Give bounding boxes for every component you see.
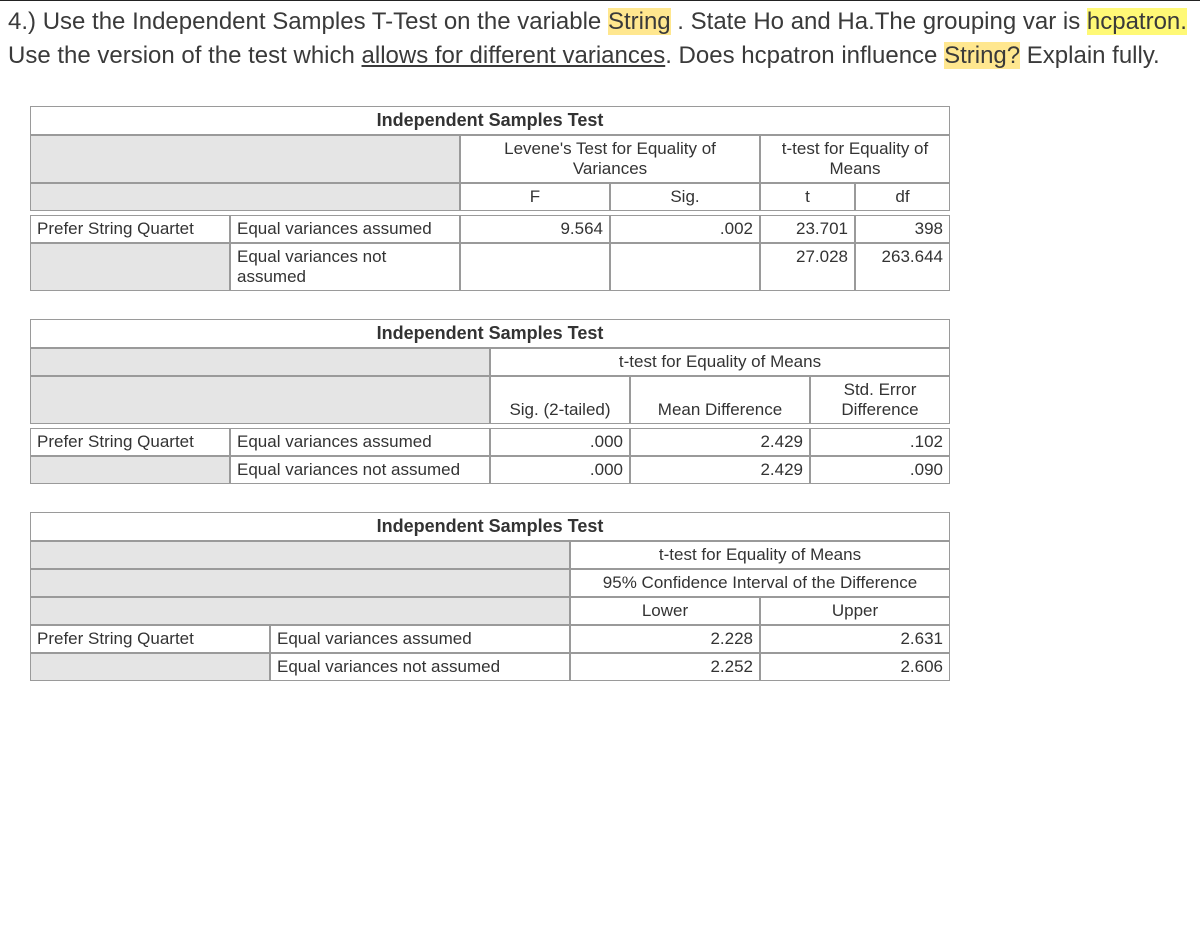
row-label: Prefer String Quartet: [30, 215, 230, 243]
independent-samples-table-1: Independent Samples Test Levene's Test f…: [30, 106, 950, 291]
q-highlight-hcpatron: hcpatron.: [1087, 8, 1187, 35]
cell-sig2: .000: [490, 456, 630, 484]
col-header-df: df: [855, 183, 950, 211]
cond-eva: Equal variances assumed: [230, 215, 460, 243]
table-row: Equal variances not assumed 2.252 2.606: [30, 653, 950, 681]
independent-samples-table-3: Independent Samples Test t-test for Equa…: [30, 512, 950, 681]
cell-sig2: .000: [490, 428, 630, 456]
cond-evna: Equal variances not assumed: [270, 653, 570, 681]
cell-lower: 2.252: [570, 653, 760, 681]
col-header-f: F: [460, 183, 610, 211]
cell-md: 2.429: [630, 456, 810, 484]
cell-blank: [30, 183, 460, 211]
cell-blank: [30, 569, 570, 597]
table-row: F Sig. t df: [30, 183, 950, 211]
cell-t: 23.701: [760, 215, 855, 243]
table-row: Sig. (2-tailed) Mean Difference Std. Err…: [30, 376, 950, 424]
cell-blank: [30, 243, 230, 291]
cond-evna: Equal variances not assumed: [230, 243, 460, 291]
table-title: Independent Samples Test: [30, 319, 950, 348]
cell-blank: [460, 243, 610, 291]
cell-sig: .002: [610, 215, 760, 243]
table-row: Prefer String Quartet Equal variances as…: [30, 428, 950, 456]
table-row: Equal variances not assumed .000 2.429 .…: [30, 456, 950, 484]
table-row: Independent Samples Test: [30, 319, 950, 348]
col-header-md: Mean Difference: [630, 376, 810, 424]
col-header-levene: Levene's Test for Equality of Variances: [460, 135, 760, 183]
cell-t: 27.028: [760, 243, 855, 291]
cell-md: 2.429: [630, 428, 810, 456]
cell-se: .102: [810, 428, 950, 456]
table-title: Independent Samples Test: [30, 512, 950, 541]
table-row: 95% Confidence Interval of the Differenc…: [30, 569, 950, 597]
table-title: Independent Samples Test: [30, 106, 950, 135]
cell-df: 263.644: [855, 243, 950, 291]
cell-upper: 2.631: [760, 625, 950, 653]
col-header-t: t: [760, 183, 855, 211]
col-header-ttest: t-test for Equality of Means: [490, 348, 950, 376]
cell-blank: [30, 348, 490, 376]
q-p3: Use the version of the test which: [8, 42, 362, 69]
table-row: Independent Samples Test: [30, 106, 950, 135]
cell-blank: [610, 243, 760, 291]
table-row: Lower Upper: [30, 597, 950, 625]
cell-blank: [30, 597, 570, 625]
cell-lower: 2.228: [570, 625, 760, 653]
q-p4: . Does hcpatron influence: [665, 42, 944, 69]
table-row: t-test for Equality of Means: [30, 541, 950, 569]
col-header-sig2: Sig. (2-tailed): [490, 376, 630, 424]
table-row: Prefer String Quartet Equal variances as…: [30, 625, 950, 653]
cell-f: 9.564: [460, 215, 610, 243]
q-num: 4.): [8, 8, 43, 35]
col-header-ttest: t-test for Equality of Means: [570, 541, 950, 569]
table-row: t-test for Equality of Means: [30, 348, 950, 376]
independent-samples-table-2: Independent Samples Test t-test for Equa…: [30, 319, 950, 484]
col-header-ttest: t-test for Equality of Means: [760, 135, 950, 183]
col-header-sig: Sig.: [610, 183, 760, 211]
table-row: Levene's Test for Equality of Variances …: [30, 135, 950, 183]
q-p1: Use the Independent Samples T-Test on th…: [43, 8, 608, 35]
col-header-ci: 95% Confidence Interval of the Differenc…: [570, 569, 950, 597]
q-underline: allows for different variances: [362, 42, 666, 69]
cell-blank: [30, 541, 570, 569]
col-header-se: Std. Error Difference: [810, 376, 950, 424]
q-p5: Explain fully.: [1020, 42, 1160, 69]
table-row: Independent Samples Test: [30, 512, 950, 541]
cond-eva: Equal variances assumed: [230, 428, 490, 456]
cell-blank: [30, 653, 270, 681]
table-row: Equal variances not assumed 27.028 263.6…: [30, 243, 950, 291]
q-highlight-string2: String?: [944, 42, 1020, 69]
cell-blank: [30, 376, 490, 424]
col-header-lower: Lower: [570, 597, 760, 625]
question-text: 4.) Use the Independent Samples T-Test o…: [0, 0, 1200, 76]
q-highlight-string: String: [608, 8, 671, 35]
cond-eva: Equal variances assumed: [270, 625, 570, 653]
table-row: Prefer String Quartet Equal variances as…: [30, 215, 950, 243]
cell-blank: [30, 135, 460, 183]
cell-se: .090: [810, 456, 950, 484]
cond-evna: Equal variances not assumed: [230, 456, 490, 484]
cell-blank: [30, 456, 230, 484]
col-header-upper: Upper: [760, 597, 950, 625]
row-label: Prefer String Quartet: [30, 428, 230, 456]
row-label: Prefer String Quartet: [30, 625, 270, 653]
cell-df: 398: [855, 215, 950, 243]
q-p2: . State Ho and Ha.The grouping var is: [671, 8, 1087, 35]
cell-upper: 2.606: [760, 653, 950, 681]
